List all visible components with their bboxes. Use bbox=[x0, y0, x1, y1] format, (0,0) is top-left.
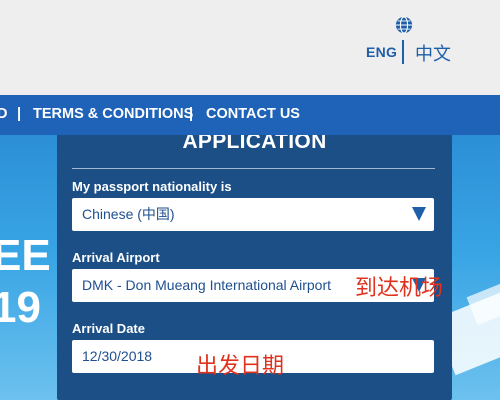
globe-icon[interactable] bbox=[395, 16, 413, 34]
nav-separator: | bbox=[189, 106, 194, 122]
language-english-link[interactable]: ENG bbox=[366, 44, 397, 60]
arrival-airport-label: Arrival Airport bbox=[72, 250, 160, 265]
arrival-airport-value: DMK - Don Mueang International Airport bbox=[82, 277, 332, 293]
form-title: APPLICATION bbox=[182, 135, 327, 153]
dropdown-arrow-icon[interactable] bbox=[412, 207, 426, 221]
arrival-date-label: Arrival Date bbox=[72, 321, 145, 336]
title-divider bbox=[72, 168, 435, 169]
arrival-date-value: 12/30/2018 bbox=[82, 348, 153, 364]
nav-separator: | bbox=[17, 106, 22, 122]
top-bar: ENG 中文 bbox=[0, 0, 500, 95]
hero-heading-line2: 19 bbox=[0, 283, 41, 332]
nationality-value: Chinese (中国) bbox=[82, 206, 175, 222]
main-navigation: D | TERMS & CONDITIONS | CONTACT US bbox=[0, 95, 500, 135]
airport-annotation: 到达机场 bbox=[355, 276, 444, 301]
hero-heading-line1: EE bbox=[0, 231, 51, 280]
date-annotation: 出发日期 bbox=[196, 354, 285, 379]
nav-item-terms-conditions[interactable]: TERMS & CONDITIONS bbox=[33, 106, 193, 122]
nationality-select[interactable]: Chinese (中国) bbox=[72, 198, 434, 231]
nav-item-contact-us[interactable]: CONTACT US bbox=[206, 106, 300, 122]
language-chinese-link[interactable]: 中文 bbox=[415, 40, 451, 66]
language-divider bbox=[402, 40, 404, 64]
hero-heading-partial: EE 19 bbox=[0, 230, 51, 334]
nationality-label: My passport nationality is bbox=[72, 179, 232, 194]
nav-item-partial[interactable]: D bbox=[0, 106, 7, 122]
